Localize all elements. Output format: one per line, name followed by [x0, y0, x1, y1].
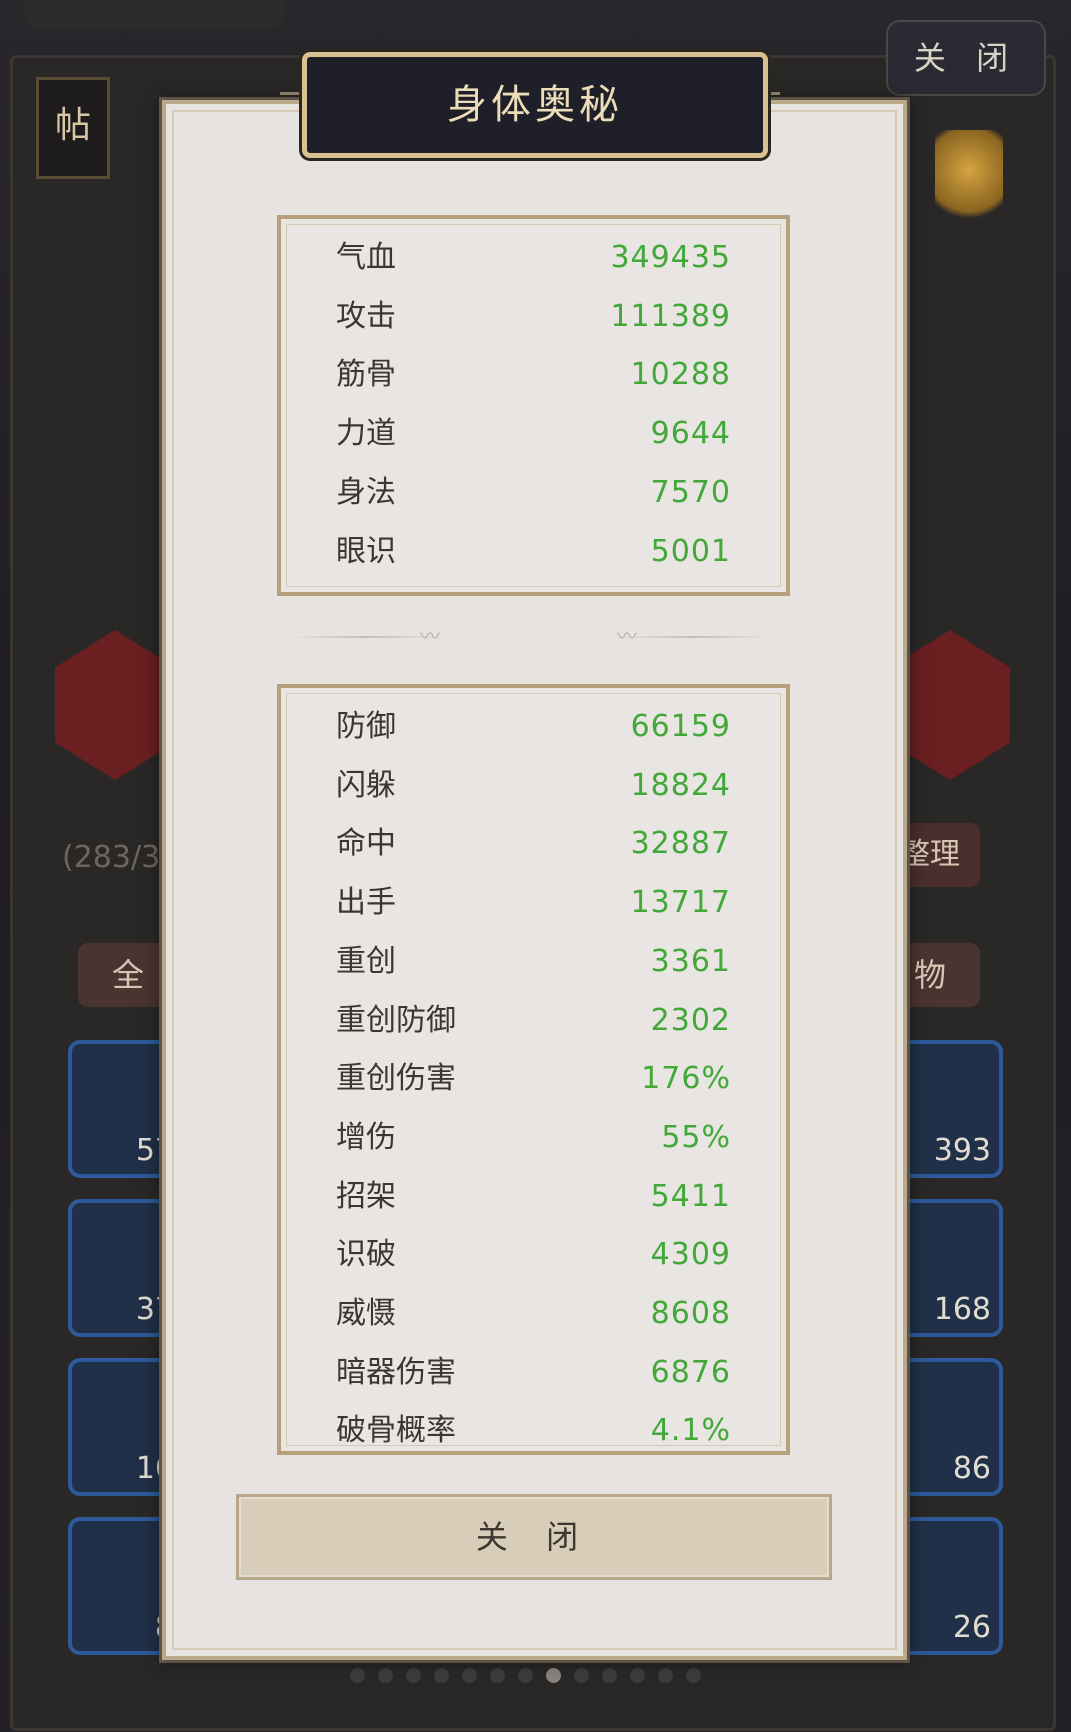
page-dot[interactable] — [406, 1668, 421, 1683]
background-close-button[interactable]: 关 闭 — [886, 20, 1046, 96]
stat-label: 威慑 — [336, 1296, 396, 1331]
inventory-progress: (283/3 — [62, 840, 161, 875]
stat-label: 增伤 — [336, 1119, 396, 1155]
stat-row: 威慑 8608 — [336, 1289, 731, 1339]
stat-value: 13717 — [630, 885, 731, 921]
page-dot[interactable] — [462, 1668, 477, 1683]
stat-label: 力道 — [336, 416, 396, 452]
page-dot[interactable] — [490, 1668, 505, 1683]
primary-stats-panel: 气血 349435 攻击 111389 筋骨 10288 力道 9644 身法 7570 眼识 500… — [277, 215, 790, 596]
stat-row: 身法 7570 — [336, 468, 731, 518]
slot-count: 86 — [952, 1451, 991, 1486]
stat-label: 筋骨 — [336, 357, 396, 393]
page-dot[interactable] — [546, 1668, 561, 1683]
stat-row: 招架 5411 — [336, 1172, 731, 1222]
stat-label: 气血 — [336, 240, 396, 275]
slot-count: 168 — [933, 1292, 991, 1327]
stat-label: 身法 — [336, 474, 396, 510]
stat-value: 4309 — [650, 1237, 731, 1273]
stat-value: 111389 — [610, 298, 731, 334]
stat-row: 破骨概率 4.1% — [336, 1406, 731, 1451]
stat-label: 命中 — [336, 826, 396, 862]
page-dot[interactable] — [378, 1668, 393, 1683]
stat-row: 暗器伤害 6876 — [336, 1348, 731, 1398]
stat-value: 5411 — [650, 1178, 731, 1214]
page-dot[interactable] — [518, 1668, 533, 1683]
page-dot[interactable] — [630, 1668, 645, 1683]
close-button[interactable]: 关 闭 — [236, 1494, 832, 1580]
stat-row: 闪躲 18824 — [336, 761, 731, 811]
stat-label: 出手 — [336, 885, 396, 921]
page-dot[interactable] — [434, 1668, 449, 1683]
stat-row: 力道 9644 — [336, 409, 731, 459]
top-strip — [25, 0, 285, 30]
stat-row: 防御 66159 — [336, 702, 731, 752]
stat-label: 暗器伤害 — [336, 1354, 456, 1390]
page-dot[interactable] — [350, 1668, 365, 1683]
divider-right — [620, 636, 770, 638]
stat-row: 眼识 5001 — [336, 527, 731, 577]
stat-value: 3361 — [650, 943, 731, 979]
stat-value: 349435 — [610, 240, 731, 275]
stat-value: 176% — [641, 1061, 731, 1097]
stat-value: 18824 — [630, 767, 731, 803]
slot-count: 26 — [952, 1610, 991, 1645]
page-dot[interactable] — [602, 1668, 617, 1683]
stat-value: 2302 — [650, 1002, 731, 1038]
stat-row: 重创 3361 — [336, 937, 731, 987]
stat-label: 眼识 — [336, 533, 396, 569]
stat-row: 出手 13717 — [336, 878, 731, 928]
stat-row: 重创防御 2302 — [336, 996, 731, 1046]
stat-label: 破骨概率 — [336, 1413, 456, 1449]
secondary-stats-panel[interactable]: 防御 66159 闪躲 18824 命中 32887 出手 13717 重创 3361 重创防御 23… — [277, 684, 790, 1455]
stat-row: 重创伤害 176% — [336, 1054, 731, 1104]
stat-value: 5001 — [650, 533, 731, 569]
stat-row: 增伤 55% — [336, 1113, 731, 1163]
stat-value: 9644 — [650, 416, 731, 452]
stat-row: 筋骨 10288 — [336, 350, 731, 400]
slot-count: 393 — [933, 1133, 991, 1168]
stat-row: 识破 4309 — [336, 1230, 731, 1280]
stat-value: 66159 — [630, 709, 731, 744]
stat-label: 招架 — [336, 1178, 396, 1214]
stat-row: 气血 349435 — [336, 233, 731, 283]
page-dot[interactable] — [686, 1668, 701, 1683]
page-dot[interactable] — [574, 1668, 589, 1683]
stat-value: 55% — [661, 1119, 731, 1155]
stat-label: 重创防御 — [336, 1002, 456, 1038]
post-tag-icon[interactable]: 帖 — [36, 77, 110, 179]
stat-value: 8608 — [650, 1296, 731, 1331]
stat-label: 重创 — [336, 943, 396, 979]
stat-value: 7570 — [650, 474, 731, 510]
page-dot[interactable] — [658, 1668, 673, 1683]
stat-label: 防御 — [336, 709, 396, 744]
stat-label: 攻击 — [336, 298, 396, 334]
stat-value: 10288 — [630, 357, 731, 393]
stat-value: 32887 — [630, 826, 731, 862]
stat-value: 4.1% — [650, 1413, 731, 1449]
stat-label: 重创伤害 — [336, 1061, 456, 1097]
divider-ornament-left: 〰 — [420, 624, 440, 648]
stat-row: 攻击 111389 — [336, 292, 731, 342]
page-indicator — [350, 1668, 701, 1684]
emblem-icon[interactable] — [935, 130, 1003, 230]
stat-label: 闪躲 — [336, 767, 396, 803]
stat-value: 6876 — [650, 1354, 731, 1390]
stat-row: 命中 32887 — [336, 819, 731, 869]
dialog-title: 身体奥秘 — [302, 52, 768, 158]
stat-label: 识破 — [336, 1237, 396, 1273]
